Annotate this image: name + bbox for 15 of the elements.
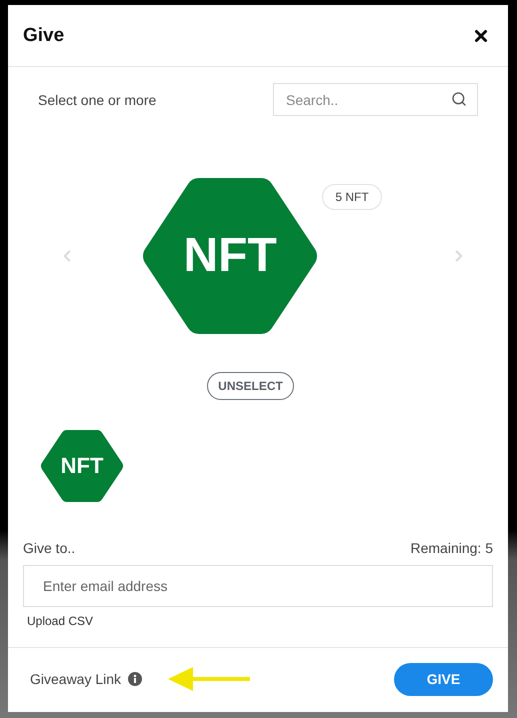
info-icon[interactable]	[128, 672, 142, 686]
nft-label: NFT	[184, 232, 277, 280]
email-field[interactable]: Enter email address	[23, 565, 493, 607]
instruction-text: Select one or more	[38, 92, 156, 108]
upload-csv-link[interactable]: Upload CSV	[27, 614, 94, 628]
give-button[interactable]: GIVE	[394, 662, 493, 696]
search-icon	[451, 91, 467, 107]
remaining-count: Remaining: 5	[410, 540, 493, 556]
unselect-button[interactable]: UNSELECT	[207, 372, 294, 400]
dialog-title: Give	[23, 24, 64, 46]
giveaway-link-label: Giveaway Link	[30, 671, 122, 687]
nft-label: NFT	[60, 455, 104, 477]
search-field[interactable]: Search..	[273, 83, 478, 116]
give-to-label: Give to..	[23, 540, 76, 556]
count-badge: 5 NFT	[322, 184, 382, 210]
